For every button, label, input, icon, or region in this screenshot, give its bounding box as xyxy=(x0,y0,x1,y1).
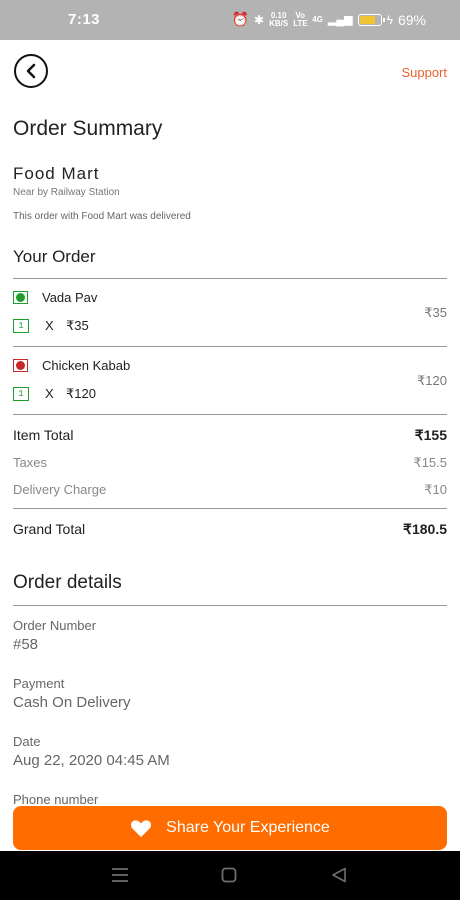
page-title: Order Summary xyxy=(13,117,163,140)
item-total-value: ₹155 xyxy=(414,427,447,443)
divider xyxy=(13,346,447,347)
share-experience-button[interactable]: Share Your Experience xyxy=(13,806,447,850)
divider xyxy=(13,508,447,509)
date-value: Aug 22, 2020 04:45 AM xyxy=(13,752,170,769)
date-label: Date xyxy=(13,734,41,749)
non-veg-icon xyxy=(13,359,28,372)
item-name: Vada Pav xyxy=(42,290,98,305)
delivery-charge-label: Delivery Charge xyxy=(13,482,107,497)
item-price: ₹120 xyxy=(417,373,447,388)
charging-icon: ϟ xyxy=(386,12,393,27)
item-price: ₹35 xyxy=(424,305,447,320)
order-number-label: Order Number xyxy=(13,618,97,633)
status-icons: ⏰ ✱ 0.10 KB/S Vo LTE 4G ▂▄▆ ϟ 69% xyxy=(232,11,426,28)
taxes-label: Taxes xyxy=(13,455,47,470)
taxes-value: ₹15.5 xyxy=(413,455,447,470)
item-total-label: Item Total xyxy=(13,427,74,443)
store-name: Food Mart xyxy=(13,164,100,183)
network-type: 4G xyxy=(312,14,323,24)
quantity-multiplier: X xyxy=(45,318,54,333)
bluetooth-icon: ✱ xyxy=(254,12,265,27)
divider xyxy=(13,414,447,415)
divider xyxy=(13,605,447,606)
battery-icon xyxy=(357,13,385,26)
item-quantity: 1 xyxy=(13,319,29,333)
back-button[interactable] xyxy=(14,54,48,88)
back-nav-icon[interactable] xyxy=(331,867,347,888)
status-bar: 7:13 ⏰ ✱ 0.10 KB/S Vo LTE 4G ▂▄▆ ϟ 69% xyxy=(0,0,460,40)
net-speed: 0.10 KB/S xyxy=(269,10,289,28)
status-time: 7:13 xyxy=(68,11,101,28)
item-unit-price: ₹35 xyxy=(66,318,89,333)
heart-icon xyxy=(131,819,152,837)
alarm-icon: ⏰ xyxy=(231,11,250,27)
quantity-multiplier: X xyxy=(45,386,54,401)
delivery-charge-value: ₹10 xyxy=(424,482,447,497)
payment-value: Cash On Delivery xyxy=(13,694,131,711)
store-location: Near by Railway Station xyxy=(13,187,120,198)
support-link[interactable]: Support xyxy=(401,65,447,80)
payment-label: Payment xyxy=(13,676,65,691)
menu-icon[interactable] xyxy=(111,867,129,888)
phone-number-label: Phone number xyxy=(13,792,99,807)
battery-percent: 69% xyxy=(397,11,426,28)
home-icon[interactable] xyxy=(221,867,237,888)
order-details-title: Order details xyxy=(13,572,122,593)
system-nav-bar xyxy=(0,851,460,900)
item-quantity: 1 xyxy=(13,387,29,401)
your-order-title: Your Order xyxy=(13,247,96,266)
veg-icon xyxy=(13,291,28,304)
divider xyxy=(13,278,447,279)
item-unit-price: ₹120 xyxy=(66,386,96,401)
signal-icon: ▂▄▆ xyxy=(327,14,353,26)
order-status-text: This order with Food Mart was delivered xyxy=(13,211,191,222)
grand-total-label: Grand Total xyxy=(13,521,86,537)
order-number-value: #58 xyxy=(13,636,39,653)
volte-label: Vo LTE xyxy=(293,10,308,28)
share-experience-label: Share Your Experience xyxy=(166,819,330,836)
item-name: Chicken Kabab xyxy=(42,358,131,373)
grand-total-value: ₹180.5 xyxy=(403,521,447,537)
chevron-left-icon xyxy=(26,63,36,79)
